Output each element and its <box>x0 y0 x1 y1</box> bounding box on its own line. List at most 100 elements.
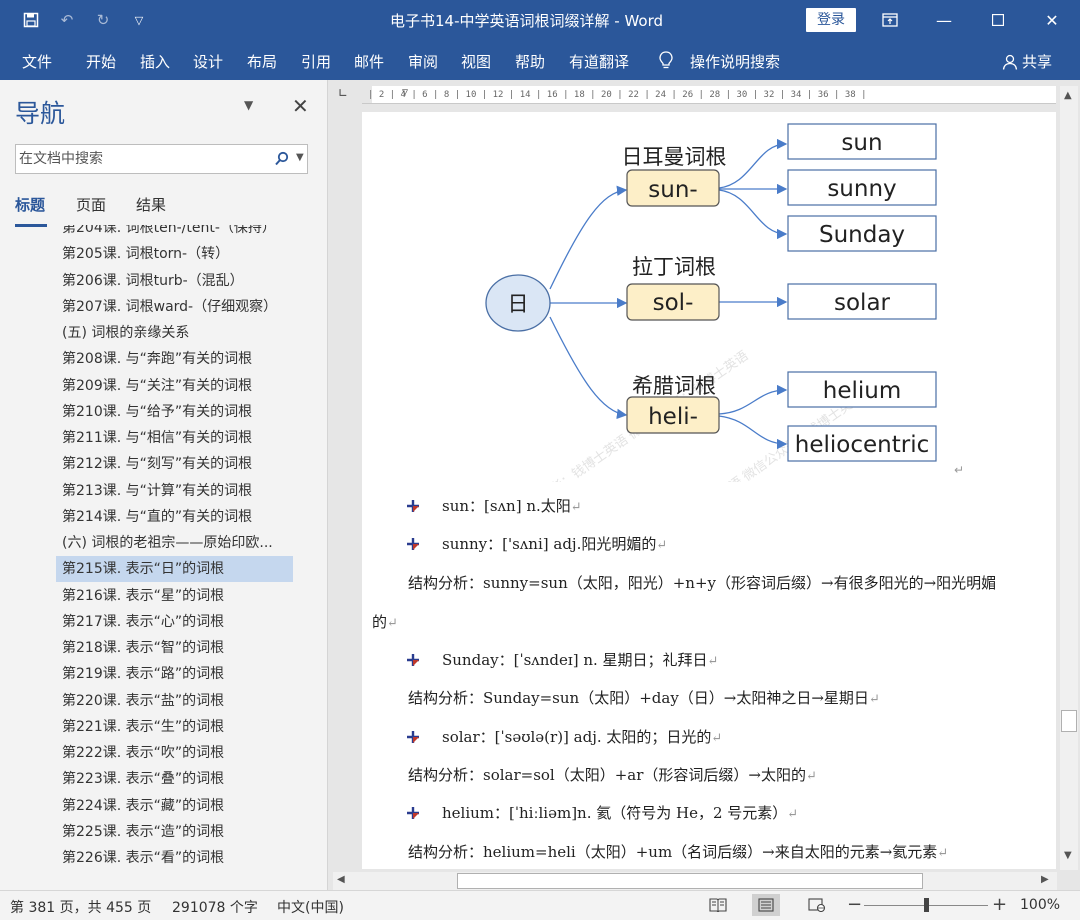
redo-icon[interactable]: ↻ <box>92 9 114 31</box>
language-indicator[interactable]: 中文(中国) <box>277 897 344 917</box>
nav-heading-item[interactable]: 第217课. 表示“心”的词根 <box>56 609 293 635</box>
nav-heading-item[interactable]: 第211课. 与“相信”有关的词根 <box>56 425 293 451</box>
nav-tab-headings[interactable]: 标题 <box>15 194 45 215</box>
horizontal-scroll-thumb[interactable] <box>457 873 923 889</box>
nav-tab-pages[interactable]: 页面 <box>76 194 106 215</box>
bullet-icon <box>407 538 419 550</box>
nav-heading-item[interactable]: 第212课. 与“刻写”有关的词根 <box>56 451 293 477</box>
nav-heading-item[interactable]: 第208课. 与“奔跑”有关的词根 <box>56 346 293 372</box>
scroll-right-icon[interactable]: ▶ <box>1041 874 1049 885</box>
horizontal-scrollbar[interactable]: ◀ ▶ <box>333 872 1057 890</box>
bullet-icon <box>407 500 419 512</box>
horizontal-ruler[interactable]: | 2 | 4 | 6 | 8 | 10 | 12 | 14 | 16 | 18… <box>362 86 1056 104</box>
web-layout-icon[interactable] <box>803 894 831 916</box>
search-options-chevron-icon[interactable]: ▼ <box>296 152 304 163</box>
nav-heading-item[interactable]: 第205课. 词根torn-（转） <box>56 241 293 267</box>
tab-help[interactable]: 帮助 <box>515 51 545 72</box>
nav-heading-item[interactable]: 第207课. 词根ward-（仔细观察） <box>56 294 293 320</box>
document-page[interactable]: 作者：钱博士英语 微信公众号：钱博士英语 作者：钱博士英语 微信公众号：钱博士英… <box>362 112 1056 869</box>
group-label-greek: 希腊词根 <box>632 374 716 398</box>
tab-file[interactable]: 文件 <box>22 51 52 72</box>
share-button[interactable]: 共享 <box>1002 51 1052 72</box>
paragraph-mark: ↵ <box>937 846 949 861</box>
analysis-line: 结构分析：sunny=sun（太阳，阳光）+n+y（形容词后缀）→有很多阳光的→… <box>408 572 996 593</box>
nav-close-icon[interactable]: ✕ <box>292 94 309 118</box>
page-count[interactable]: 第 381 页，共 455 页 <box>10 897 151 917</box>
read-mode-icon[interactable] <box>704 894 732 916</box>
tab-mailings[interactable]: 邮件 <box>354 51 384 72</box>
nav-search-input[interactable] <box>19 149 259 169</box>
nav-options-chevron-icon[interactable]: ▼ <box>244 98 253 112</box>
nav-heading-item[interactable]: 第219课. 表示“路”的词根 <box>56 661 293 687</box>
minimize-icon[interactable]: — <box>927 6 961 34</box>
tab-home[interactable]: 开始 <box>86 51 116 72</box>
root-node-label: 日 <box>508 292 529 316</box>
nav-heading-item[interactable]: 第215课. 表示“日”的词根 <box>56 556 293 583</box>
group-label-germanic: 日耳曼词根 <box>622 145 727 169</box>
scroll-left-icon[interactable]: ◀ <box>337 874 345 885</box>
lightbulb-icon[interactable] <box>658 51 674 73</box>
zoom-in-icon[interactable]: + <box>992 894 1007 915</box>
ribbon-display-options-icon[interactable] <box>873 6 907 34</box>
tab-youdao-translate[interactable]: 有道翻译 <box>569 51 629 72</box>
tab-references[interactable]: 引用 <box>301 51 331 72</box>
vertical-scroll-thumb[interactable] <box>1061 710 1077 732</box>
nav-heading-item[interactable]: 第218课. 表示“智”的词根 <box>56 635 293 661</box>
word-heliocentric: heliocentric <box>795 432 929 458</box>
scroll-down-icon[interactable]: ▼ <box>1064 850 1072 861</box>
scroll-up-icon[interactable]: ▲ <box>1064 90 1072 101</box>
tab-view[interactable]: 视图 <box>461 51 491 72</box>
nav-search-box: ▼ <box>15 144 308 174</box>
maximize-icon[interactable] <box>981 6 1015 34</box>
nav-heading-item[interactable]: 第214课. 与“直的”有关的词根 <box>56 504 293 530</box>
vertical-scrollbar[interactable]: ▲ ▼ <box>1060 86 1078 870</box>
indent-marker-icon[interactable]: ▽ <box>402 86 408 102</box>
word-count[interactable]: 291078 个字 <box>172 897 258 917</box>
line-text: sun：[sʌn] n.太阳 <box>442 497 571 515</box>
nav-heading-item[interactable]: 第223课. 表示“叠”的词根 <box>56 766 293 792</box>
edge-heli-heliocentric <box>718 415 788 450</box>
search-icon[interactable] <box>274 151 290 167</box>
analysis-line: 的↵ <box>372 611 398 632</box>
nav-heading-item[interactable]: 第213课. 与“计算”有关的词根 <box>56 478 293 504</box>
paragraph-mark: ↵ <box>954 463 964 477</box>
node-sun-label: sun- <box>648 177 697 203</box>
window-title: 电子书14-中学英语词根词缀详解 - Word <box>390 12 664 30</box>
tab-design[interactable]: 设计 <box>193 51 223 72</box>
nav-heading-item[interactable]: (五) 词根的亲缘关系 <box>56 320 293 346</box>
nav-heading-item[interactable]: (六) 词根的老祖宗——原始印欧... <box>56 530 293 556</box>
save-icon[interactable] <box>20 9 42 31</box>
nav-heading-item[interactable]: 第206课. 词根turb-（混乱） <box>56 268 293 294</box>
nav-heading-item[interactable]: 第216课. 表示“星”的词根 <box>56 583 293 609</box>
nav-heading-item[interactable]: 第209课. 与“关注”有关的词根 <box>56 373 293 399</box>
customize-qat-icon[interactable]: ▽ <box>128 9 150 31</box>
navigation-pane: 导航 ▼ ✕ ▼ 标题 页面 结果 第204课. 词根ten-/tent-（保持… <box>0 80 328 890</box>
tab-review[interactable]: 审阅 <box>408 51 438 72</box>
nav-heading-item[interactable]: 第210课. 与“给予”有关的词根 <box>56 399 293 425</box>
close-window-icon[interactable]: ✕ <box>1035 6 1069 34</box>
paragraph-mark: ↵ <box>806 769 817 784</box>
nav-heading-item[interactable]: 第226课. 表示“看”的词根 <box>56 845 293 871</box>
analysis-line: 结构分析：helium=heli（太阳）+um（名词后缀）→来自太阳的元素→氦元… <box>408 841 948 862</box>
tab-selector-icon[interactable]: ∟ <box>333 86 353 104</box>
nav-heading-item[interactable]: 第225课. 表示“造”的词根 <box>56 819 293 845</box>
zoom-slider-thumb[interactable] <box>924 898 929 912</box>
login-button[interactable]: 登录 <box>806 8 856 32</box>
nav-tab-results[interactable]: 结果 <box>136 194 166 215</box>
nav-heading-item[interactable]: 第222课. 表示“吹”的词根 <box>56 740 293 766</box>
zoom-out-icon[interactable]: − <box>847 894 862 915</box>
nav-heading-item[interactable]: 第221课. 表示“生”的词根 <box>56 714 293 740</box>
word-sunday: Sunday <box>819 222 905 248</box>
share-label: 共享 <box>1022 53 1053 71</box>
print-layout-icon[interactable] <box>752 894 780 916</box>
nav-heading-item[interactable]: 第220课. 表示“盐”的词根 <box>56 688 293 714</box>
tab-layout[interactable]: 布局 <box>247 51 277 72</box>
undo-icon[interactable]: ↶ <box>56 9 78 31</box>
zoom-level[interactable]: 100% <box>1020 897 1060 913</box>
paragraph-mark: ↵ <box>868 692 880 707</box>
tab-insert[interactable]: 插入 <box>140 51 170 72</box>
word-sunny: sunny <box>827 176 896 202</box>
nav-heading-item[interactable]: 第204课. 词根ten-/tent-（保持） <box>56 225 293 241</box>
nav-heading-item[interactable]: 第224课. 表示“藏”的词根 <box>56 793 293 819</box>
tell-me-search[interactable]: 操作说明搜索 <box>690 51 780 72</box>
